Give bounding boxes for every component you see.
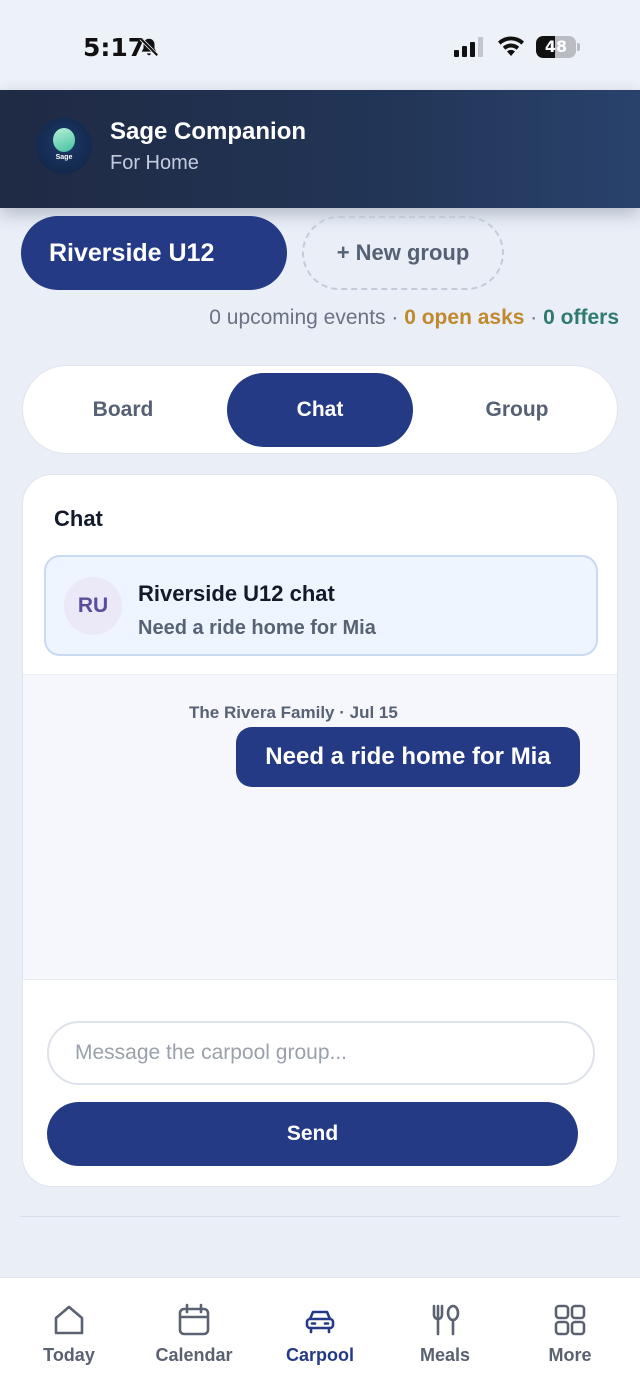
chat-card: Chat RU Riverside U12 chat Need a ride h… xyxy=(22,474,618,1187)
status-bar: 5:17 48 xyxy=(0,0,640,90)
nav-item-meals[interactable]: Meals xyxy=(381,1278,509,1386)
thread-title: Riverside U12 chat xyxy=(138,581,335,606)
nav-item-carpool[interactable]: Carpool xyxy=(256,1278,384,1386)
utensils-icon xyxy=(432,1304,460,1336)
chat-thread-item[interactable]: RU Riverside U12 chat Need a ride home f… xyxy=(44,555,598,656)
battery-level: 48 xyxy=(544,37,568,56)
upcoming-events-count: 0 upcoming events xyxy=(209,306,386,329)
wifi-icon xyxy=(498,36,524,56)
grid-icon xyxy=(554,1304,586,1336)
offers-count: 0 offers xyxy=(543,306,619,329)
group-summary: 0 upcoming events · 0 open asks · 0 offe… xyxy=(209,306,619,330)
thread-preview: Need a ride home for Mia xyxy=(138,617,376,639)
nav-item-calendar[interactable]: Calendar xyxy=(130,1278,258,1386)
app-header: Sage Sage Companion For Home xyxy=(0,90,640,208)
tab-chat[interactable]: Chat xyxy=(227,373,413,447)
message-meta: The Rivera Family · Jul 15 xyxy=(189,703,398,722)
send-button[interactable]: Send xyxy=(47,1102,578,1166)
new-group-button[interactable]: + New group xyxy=(302,216,504,290)
bottom-nav: Today Calendar Carpool Meals More xyxy=(0,1277,640,1386)
open-asks-count: 0 open asks xyxy=(404,306,525,329)
group-chip-riverside-u12[interactable]: Riverside U12 xyxy=(21,216,287,290)
app-title: Sage Companion xyxy=(110,118,307,145)
status-time: 5:17 xyxy=(83,33,146,62)
chat-heading: Chat xyxy=(54,506,103,531)
summary-separator: · xyxy=(391,306,399,329)
app-logo: Sage xyxy=(36,118,92,174)
app-subtitle: For Home xyxy=(110,152,199,174)
nav-label-meals: Meals xyxy=(419,1345,471,1365)
tab-group[interactable]: Group xyxy=(424,373,610,447)
home-icon xyxy=(54,1305,84,1335)
car-icon xyxy=(305,1310,335,1334)
nav-item-more[interactable]: More xyxy=(506,1278,634,1386)
thread-avatar: RU xyxy=(64,577,122,635)
section-divider xyxy=(20,1216,620,1217)
tab-board[interactable]: Board xyxy=(30,373,216,447)
nav-label-carpool: Carpool xyxy=(285,1345,354,1365)
calendar-icon xyxy=(178,1303,210,1336)
message-bubble: Need a ride home for Mia xyxy=(236,727,580,787)
nav-label-today: Today xyxy=(43,1345,95,1365)
message-input[interactable] xyxy=(47,1021,595,1085)
summary-separator: · xyxy=(530,306,538,329)
message-list[interactable]: The Rivera Family · Jul 15 Need a ride h… xyxy=(23,674,617,980)
bell-slash-icon xyxy=(139,37,159,57)
leaf-icon xyxy=(53,128,75,152)
nav-label-calendar: Calendar xyxy=(155,1345,233,1365)
nav-item-today[interactable]: Today xyxy=(5,1278,133,1386)
battery-icon: 48 xyxy=(536,36,580,58)
nav-label-more: More xyxy=(548,1345,592,1365)
tab-bar: Board Chat Group xyxy=(22,365,618,454)
cellular-signal-icon xyxy=(454,37,483,57)
logo-text: Sage xyxy=(55,154,73,161)
